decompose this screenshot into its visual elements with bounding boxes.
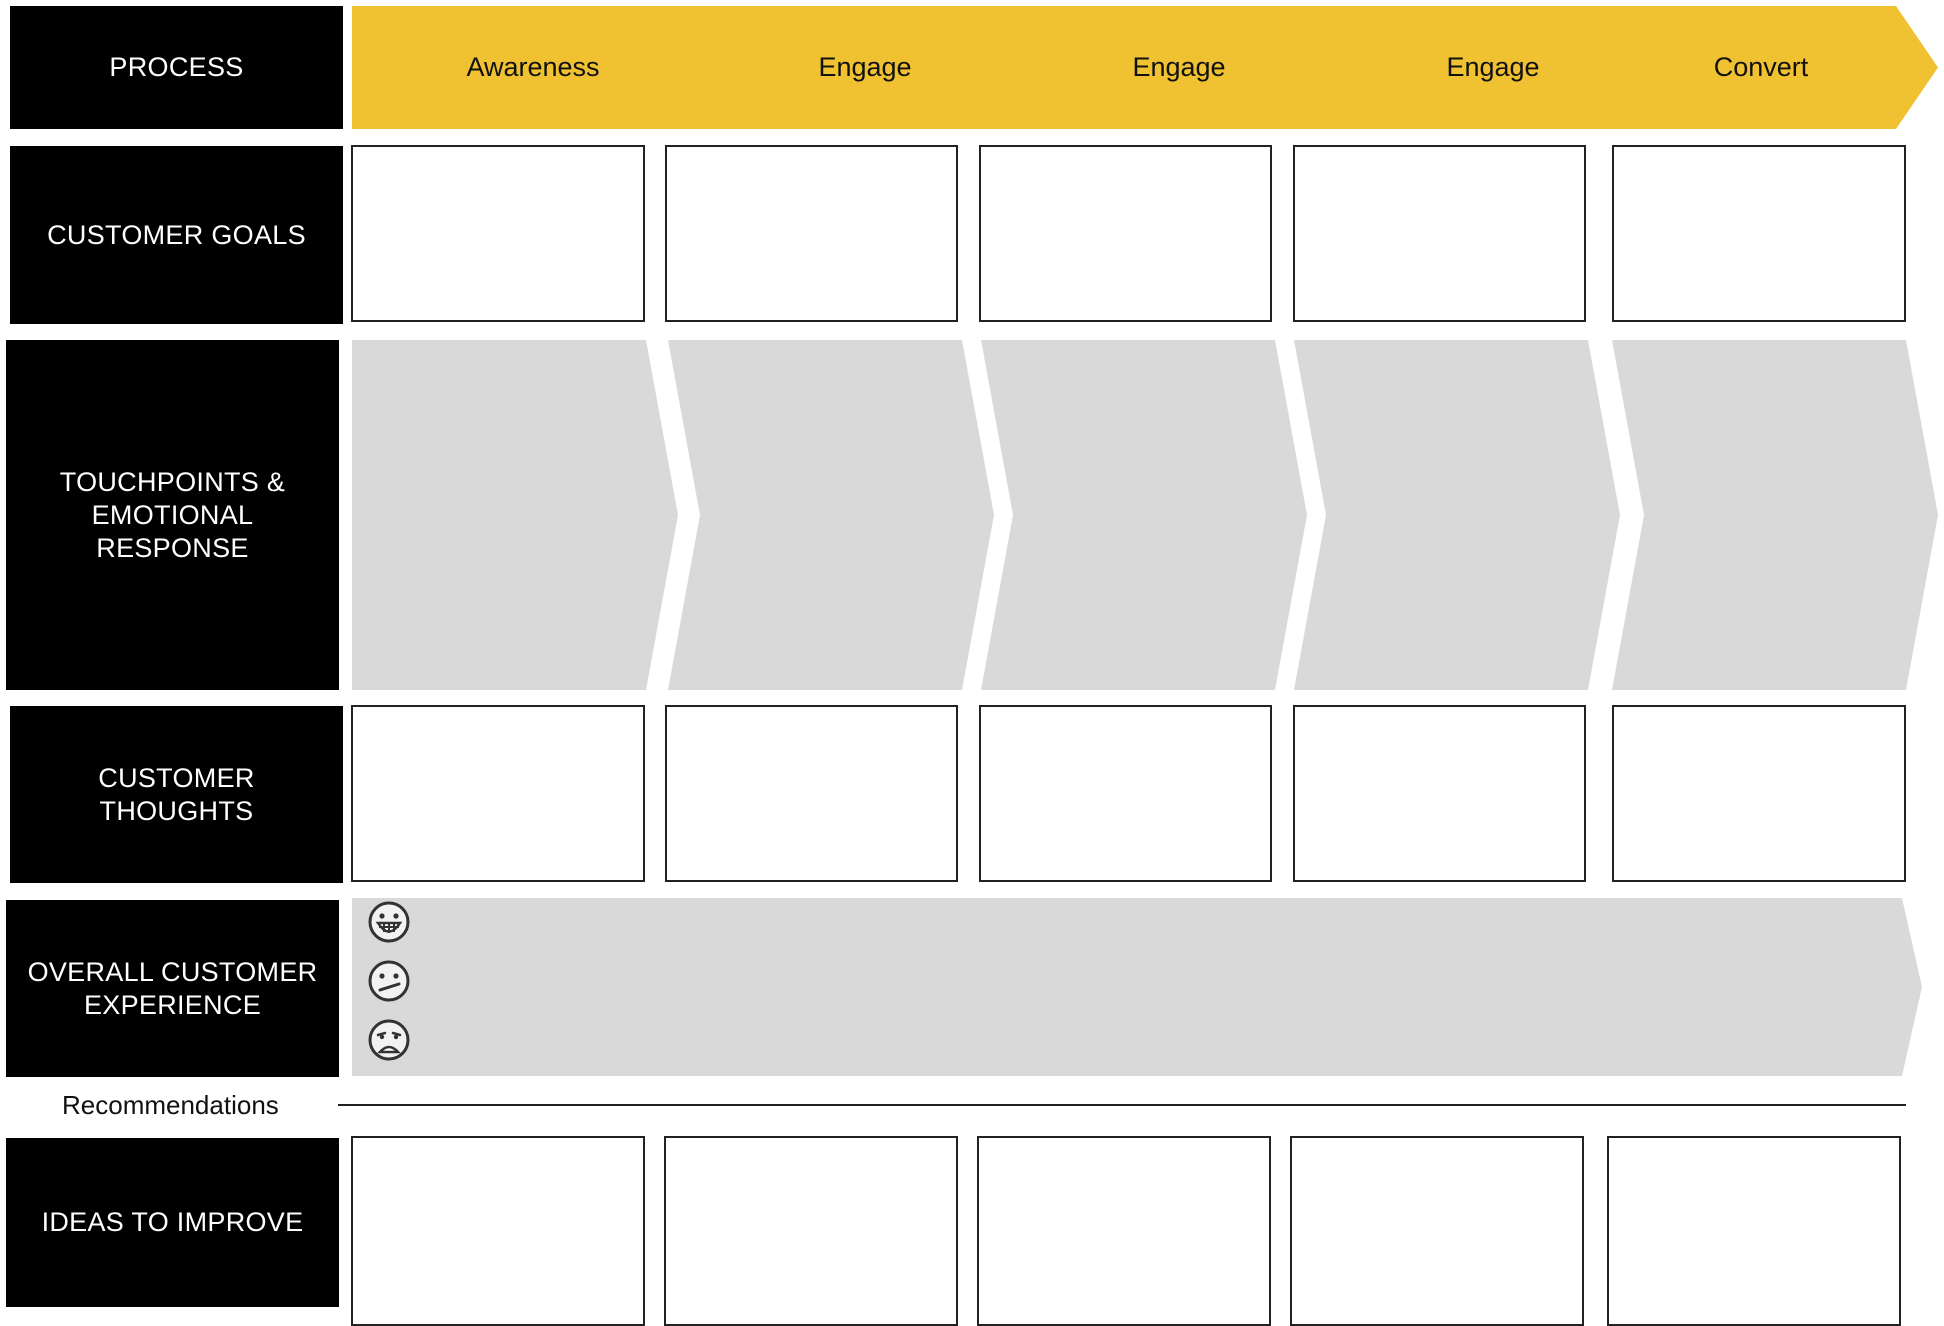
stage-chevron-convert: Convert	[1614, 6, 1938, 129]
touchpoint-chevron-3[interactable]	[981, 340, 1307, 690]
customer-goals-cell-4[interactable]	[1293, 145, 1586, 322]
experience-bar[interactable]	[352, 898, 1922, 1076]
customer-goals-cell-5[interactable]	[1612, 145, 1906, 322]
stage-label: Convert	[1713, 52, 1809, 82]
touchpoint-chevron-5[interactable]	[1612, 340, 1938, 690]
stage-chevron-engage-3: Engage	[1296, 6, 1660, 129]
recommendations-divider	[338, 1104, 1906, 1106]
row-label-customer-thoughts: CUSTOMER THOUGHTS	[10, 706, 343, 883]
grinning-face-icon	[368, 901, 410, 943]
stage-chevron-engage-2: Engage	[982, 6, 1346, 129]
stage-label: Engage	[1132, 52, 1226, 82]
touchpoint-chevron-2[interactable]	[668, 340, 994, 690]
recommendations-label: Recommendations	[62, 1090, 279, 1120]
stage-label: Awareness	[466, 52, 600, 82]
stage-label: Engage	[1446, 52, 1540, 82]
row-label-touchpoints: TOUCHPOINTS & EMOTIONAL RESPONSE	[6, 340, 339, 690]
customer-goals-cell-2[interactable]	[665, 145, 958, 322]
ideas-cell-4[interactable]	[1290, 1136, 1584, 1326]
row-label-ideas: IDEAS TO IMPROVE	[6, 1138, 339, 1307]
stage-label: Engage	[818, 52, 912, 82]
stage-chevron-awareness: Awareness	[352, 6, 714, 129]
customer-thoughts-cell-4[interactable]	[1293, 705, 1586, 882]
row-label-customer-goals: CUSTOMER GOALS	[10, 146, 343, 324]
row-label-process: PROCESS	[10, 6, 343, 129]
customer-thoughts-cell-2[interactable]	[665, 705, 958, 882]
customer-thoughts-cell-1[interactable]	[351, 705, 645, 882]
row-label-overall-experience: OVERALL CUSTOMER EXPERIENCE	[6, 900, 339, 1077]
ideas-cell-1[interactable]	[351, 1136, 645, 1326]
touchpoint-chevron-4[interactable]	[1294, 340, 1620, 690]
customer-thoughts-cell-3[interactable]	[979, 705, 1272, 882]
ideas-cell-5[interactable]	[1607, 1136, 1901, 1326]
customer-thoughts-cell-5[interactable]	[1612, 705, 1906, 882]
customer-goals-cell-1[interactable]	[351, 145, 645, 322]
customer-goals-cell-3[interactable]	[979, 145, 1272, 322]
ideas-cell-2[interactable]	[664, 1136, 958, 1326]
confused-face-icon	[368, 960, 410, 1002]
stage-chevron-engage-1: Engage	[668, 6, 1032, 129]
ideas-cell-3[interactable]	[977, 1136, 1271, 1326]
touchpoint-chevron-1[interactable]	[352, 340, 678, 690]
sad-face-icon	[368, 1019, 410, 1061]
